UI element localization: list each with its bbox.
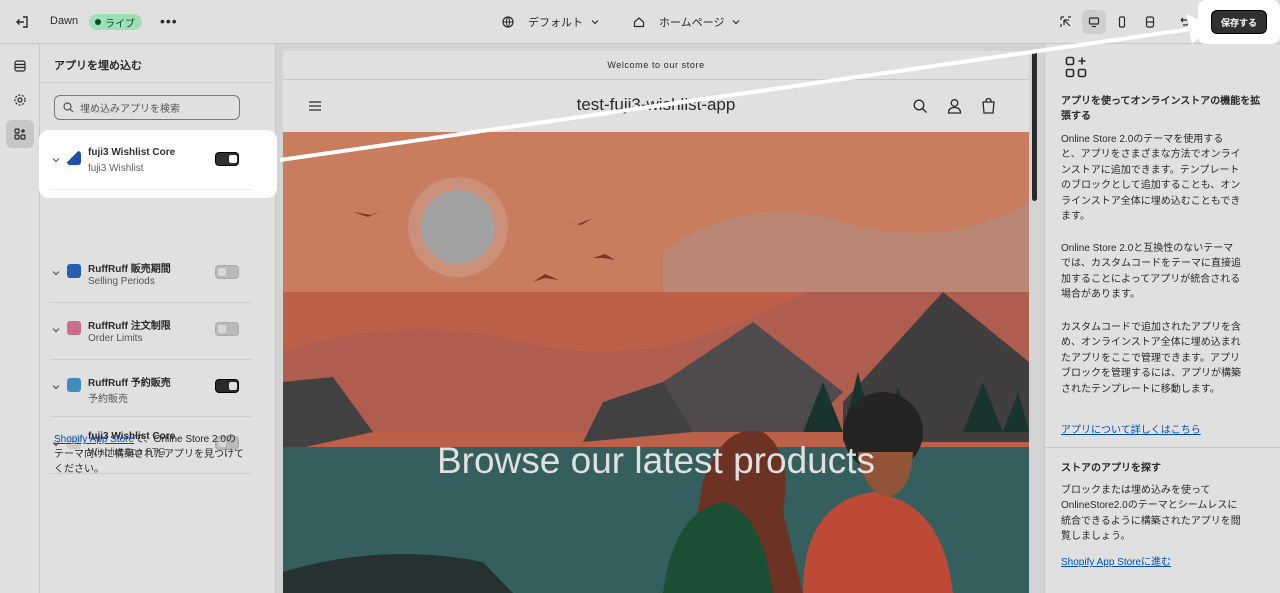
chevron-down-icon[interactable] xyxy=(52,326,60,334)
app-embed-item[interactable]: RuffRuff 注文制限 Order Limits xyxy=(50,304,252,360)
wishlist-app-icon xyxy=(67,151,81,165)
hero-title: Browse our latest products xyxy=(436,440,876,481)
highlighted-app-card: fuji3 Wishlist Core fuji3 Wishlist xyxy=(39,130,277,198)
market-selector[interactable]: デフォルト xyxy=(502,14,599,30)
chevron-down-icon[interactable] xyxy=(52,383,60,391)
top-bar: Dawn ライブ ••• デフォルト ホームページ xyxy=(0,0,1280,44)
save-button[interactable]: 保存する xyxy=(1211,10,1267,34)
globe-icon xyxy=(502,16,514,28)
fullscreen-icon[interactable] xyxy=(1138,10,1162,34)
divider xyxy=(1045,447,1280,448)
app-embed-item[interactable]: RuffRuff 販売期間 Selling Periods xyxy=(50,247,252,303)
app-subtitle: Selling Periods xyxy=(88,276,155,287)
home-icon xyxy=(633,17,645,28)
chevron-down-icon[interactable] xyxy=(52,269,60,277)
chevron-down-icon xyxy=(733,20,740,25)
app-subtitle: 予約販売 xyxy=(88,394,128,405)
sections-icon[interactable] xyxy=(6,52,34,80)
store-header: test-fuji3-wishlist-app xyxy=(283,80,1029,132)
info-paragraph: カスタムコードで追加されたアプリを含め、オンラインストア全体に埋め込まれたアプリ… xyxy=(1061,322,1241,395)
cart-icon[interactable] xyxy=(981,98,996,114)
chevron-down-icon xyxy=(591,20,599,25)
exit-icon[interactable] xyxy=(14,14,30,30)
app-toggle[interactable] xyxy=(215,265,239,279)
undo-icon[interactable] xyxy=(1172,10,1196,34)
search-placeholder: 埋め込みアプリを検索 xyxy=(80,104,180,115)
theme-name: Dawn xyxy=(50,15,79,27)
app-store-link[interactable]: Shopify App Storeに進む xyxy=(1061,553,1171,568)
apps-icon[interactable] xyxy=(6,120,34,148)
chevron-down-icon[interactable] xyxy=(52,156,60,164)
app-add-icon xyxy=(1065,56,1087,78)
page-label: ホームページ xyxy=(659,17,725,29)
app-subtitle: Order Limits xyxy=(88,333,143,344)
page-selector[interactable]: ホームページ xyxy=(633,14,740,30)
save-button-highlight: 保存する xyxy=(1198,0,1280,44)
ruffruff-app-icon xyxy=(67,264,81,278)
search-input[interactable]: 埋め込みアプリを検索 xyxy=(54,95,240,120)
app-store-footer: Shopify App Storeで、Online Store 2.0のテーマ向… xyxy=(54,432,244,477)
panel-title: アプリを埋め込む xyxy=(54,60,142,72)
app-subtitle: fuji3 Wishlist xyxy=(88,163,144,174)
learn-apps-link[interactable]: アプリについて詳しくはこちら xyxy=(1061,421,1201,436)
app-name: RuffRuff 販売期間 xyxy=(88,264,171,275)
market-label: デフォルト xyxy=(528,17,583,29)
inspector-icon[interactable] xyxy=(1054,10,1078,34)
app-embed-item[interactable]: RuffRuff 予約販売 予約販売 xyxy=(50,361,252,417)
app-name: RuffRuff 予約販売 xyxy=(88,378,171,389)
app-toggle[interactable] xyxy=(215,322,239,336)
app-name: fuji3 Wishlist Core xyxy=(88,147,176,158)
app-toggle[interactable] xyxy=(215,152,239,166)
info-paragraph: Online Store 2.0のテーマを使用すると、アプリをさまざまな方法でオ… xyxy=(1061,134,1241,223)
info-panel: アプリを使ってオンラインストアの機能を拡張する Online Store 2.0… xyxy=(1044,44,1280,593)
search-icon[interactable] xyxy=(913,99,928,114)
app-name: RuffRuff 注文制限 xyxy=(88,321,171,332)
settings-icon[interactable] xyxy=(6,86,34,114)
hero-illustration xyxy=(283,132,1029,593)
ruffruff-app-icon xyxy=(67,378,81,392)
more-actions-button[interactable]: ••• xyxy=(160,13,178,29)
desktop-icon[interactable] xyxy=(1082,10,1106,34)
toolbar-icons xyxy=(1054,10,1196,34)
info-heading: アプリを使ってオンラインストアの機能を拡張する xyxy=(1061,96,1261,122)
live-badge: ライブ xyxy=(89,14,142,30)
account-icon[interactable] xyxy=(947,98,962,114)
left-rail xyxy=(0,44,40,593)
mobile-icon[interactable] xyxy=(1110,10,1134,34)
info-paragraph: Online Store 2.0と互換性のないテーマでは、カスタムコードをテーマ… xyxy=(1061,243,1241,301)
announcement-bar: Welcome to our store xyxy=(283,51,1029,80)
preview-scrollbar[interactable] xyxy=(1032,51,1037,201)
app-embeds-panel: アプリを埋め込む 埋め込みアプリを検索 RuffRuff 販売期間 Sellin… xyxy=(40,44,276,593)
app-store-link[interactable]: Shopify App Store xyxy=(54,434,134,445)
app-toggle[interactable] xyxy=(215,379,239,393)
info-paragraph: ブロックまたは埋め込みを使ってOnlineStore2.0のテーマとシームレスに… xyxy=(1061,485,1241,543)
info-heading: ストアのアプリを探す xyxy=(1061,463,1161,474)
divider xyxy=(40,82,276,83)
app-embed-item[interactable]: fuji3 Wishlist Core fuji3 Wishlist xyxy=(50,134,252,190)
search-icon xyxy=(63,102,74,113)
ruffruff-app-icon xyxy=(67,321,81,335)
store-preview: Welcome to our store test-fuji3-wishlist… xyxy=(283,51,1029,593)
